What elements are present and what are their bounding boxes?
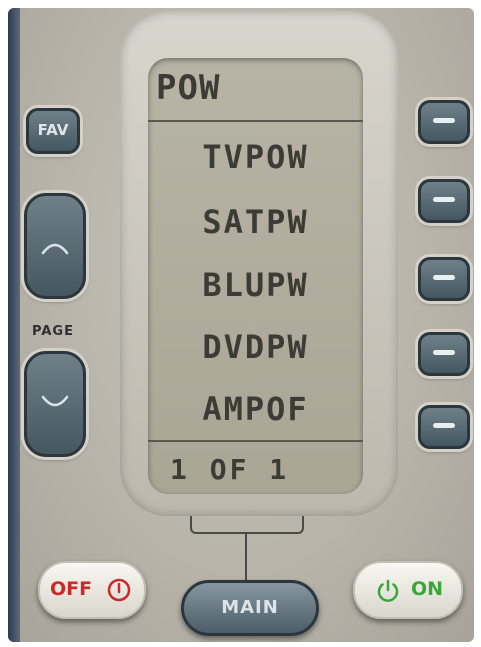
soft-key-3[interactable] bbox=[418, 257, 470, 301]
lcd-screen: POW TVPOW SATPW BLUPW DVDPW AMPOF 1 OF 1 bbox=[148, 58, 363, 494]
main-connector-bracket bbox=[190, 516, 304, 534]
on-button-label: ON bbox=[411, 578, 444, 600]
lcd-page-indicator: 1 OF 1 bbox=[170, 453, 290, 486]
lcd-item-4[interactable]: DVDPW bbox=[148, 328, 363, 366]
dash-icon bbox=[433, 350, 455, 355]
main-button-label: MAIN bbox=[221, 597, 279, 618]
soft-key-4[interactable] bbox=[418, 332, 470, 376]
page-label: PAGE bbox=[32, 324, 74, 339]
lcd-item-2[interactable]: SATPW bbox=[148, 203, 363, 241]
dash-icon bbox=[433, 275, 455, 280]
off-button-label: OFF bbox=[50, 578, 93, 600]
lcd-footer-divider bbox=[148, 440, 363, 442]
remote-side-edge bbox=[8, 8, 20, 642]
soft-key-2[interactable] bbox=[418, 179, 470, 223]
page-down-button[interactable] bbox=[24, 351, 86, 457]
dash-icon bbox=[433, 118, 455, 123]
on-button[interactable]: ON bbox=[353, 561, 463, 619]
chevron-up-icon bbox=[41, 243, 69, 255]
lcd-header-divider bbox=[148, 120, 363, 122]
power-icon bbox=[377, 579, 399, 602]
remote-control-body: POW TVPOW SATPW BLUPW DVDPW AMPOF 1 OF 1… bbox=[8, 8, 474, 642]
soft-key-5[interactable] bbox=[418, 405, 470, 449]
power-icon bbox=[107, 578, 131, 602]
dash-icon bbox=[433, 197, 455, 202]
chevron-down-icon bbox=[41, 395, 69, 407]
lcd-item-1[interactable]: TVPOW bbox=[148, 138, 363, 176]
lcd-header-title: POW bbox=[156, 68, 221, 108]
fav-button-label: FAV bbox=[37, 121, 69, 139]
dash-icon bbox=[433, 423, 455, 428]
main-connector-stem bbox=[245, 532, 247, 580]
lcd-item-3[interactable]: BLUPW bbox=[148, 266, 363, 304]
page-up-button[interactable] bbox=[24, 193, 86, 299]
fav-button[interactable]: FAV bbox=[26, 108, 80, 154]
main-button[interactable]: MAIN bbox=[181, 580, 319, 636]
off-button[interactable]: OFF bbox=[38, 561, 146, 619]
lcd-item-5[interactable]: AMPOF bbox=[148, 390, 363, 428]
soft-key-1[interactable] bbox=[418, 100, 470, 144]
